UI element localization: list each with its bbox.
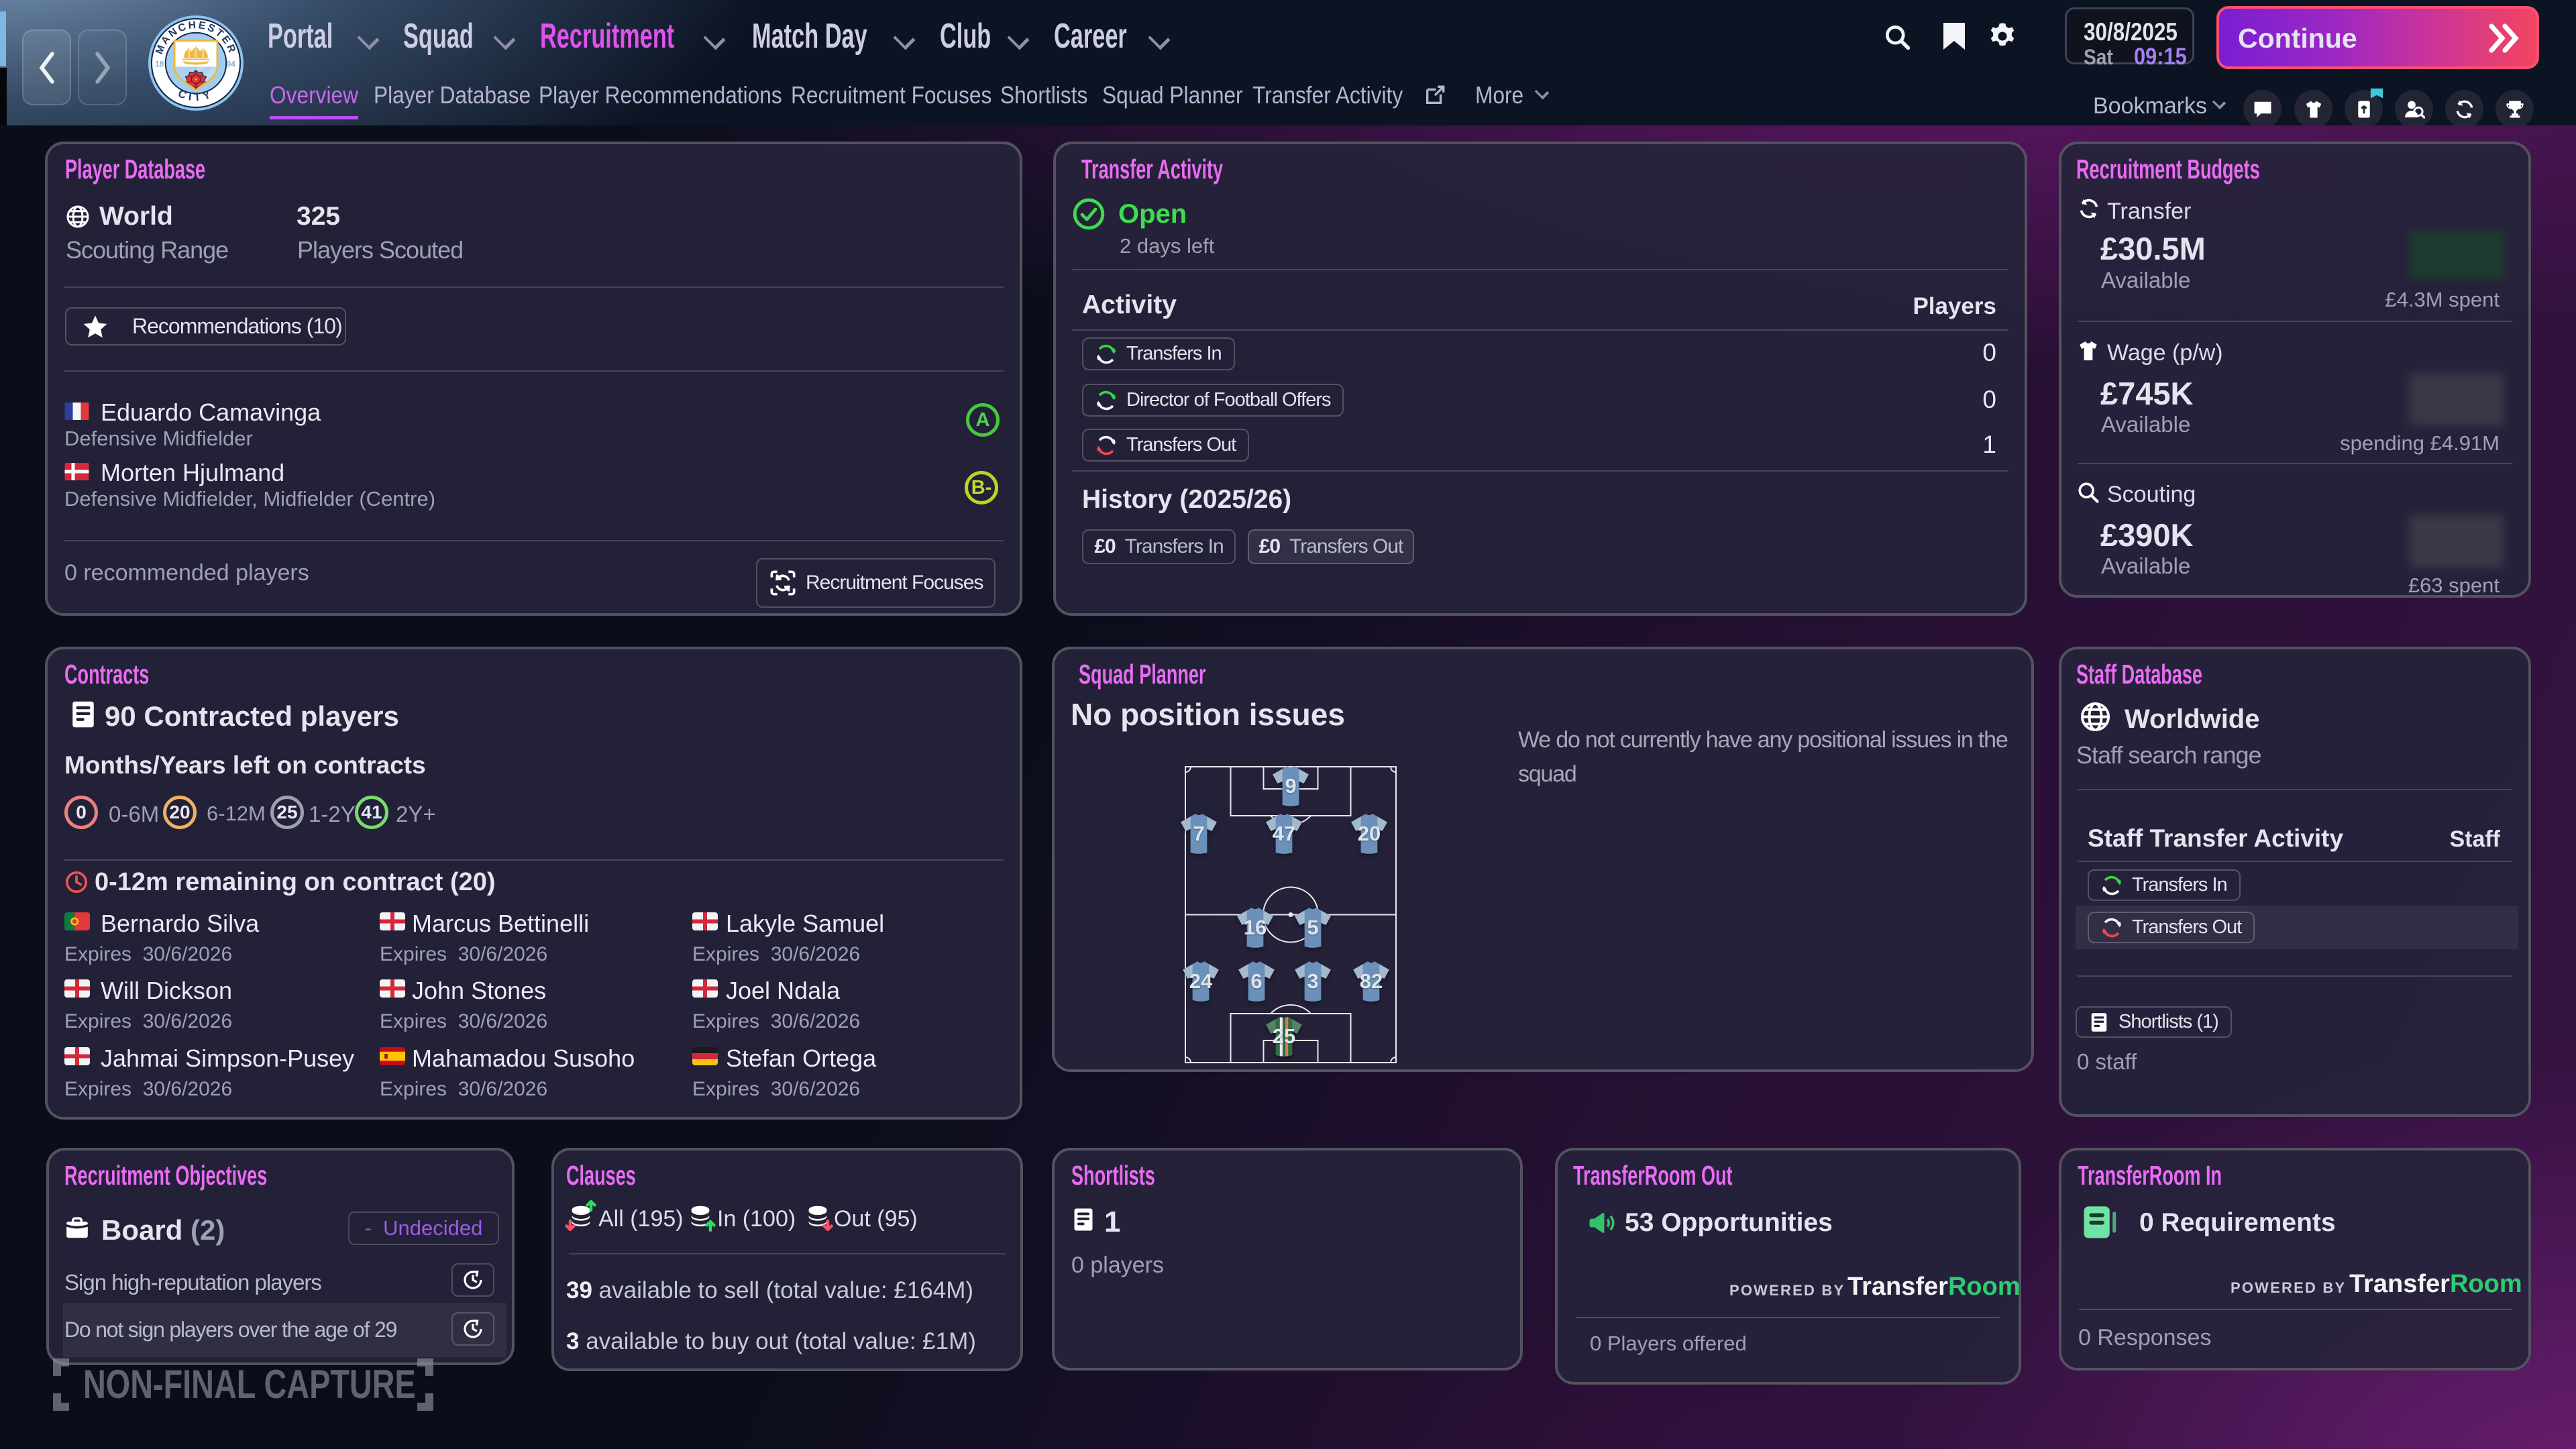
svg-text:18: 18 — [155, 60, 164, 69]
svg-text:94: 94 — [226, 60, 235, 69]
